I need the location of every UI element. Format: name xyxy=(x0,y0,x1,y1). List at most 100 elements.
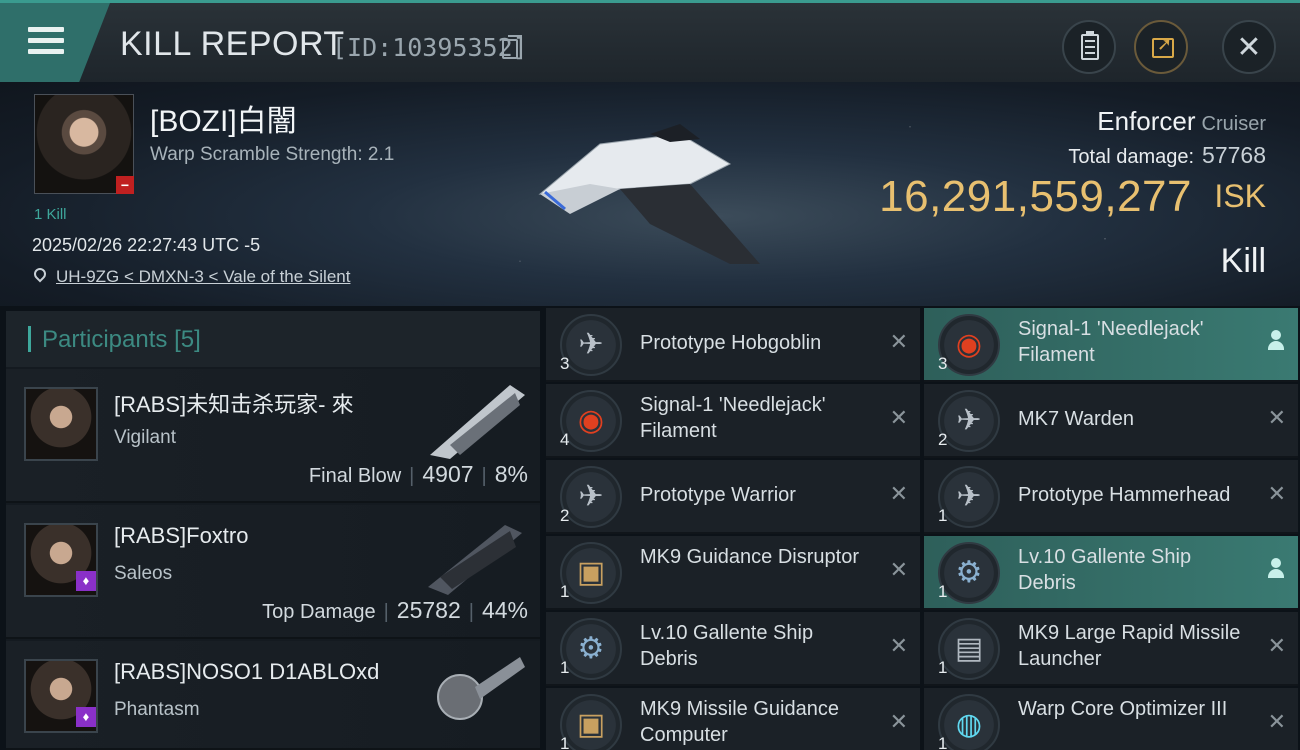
role-badge-icon: ♦ xyxy=(76,571,96,591)
victim-banner: − [BOZI]白闇 Warp Scramble Strength: 2.1 1… xyxy=(0,82,1300,306)
location-link[interactable]: UH-9ZG < DMXN-3 < Vale of the Silent xyxy=(56,267,350,287)
item-name: Prototype Hammerhead xyxy=(1018,484,1231,506)
item-row[interactable]: ⚙ 1 Lv.10 Gallente Ship Debris ✕ xyxy=(546,612,920,686)
item-name: Prototype Warrior xyxy=(640,484,796,506)
avatar[interactable] xyxy=(24,387,98,461)
item-row[interactable]: ▣ 1 MK9 Missile Guidance Computer ✕ xyxy=(546,688,920,750)
participant-name: [RABS]NOSO1 D1ABLOxd xyxy=(114,659,380,684)
items-grid: ✈ 3 Prototype Hobgoblin ✕ ◉ 3 Signal-1 'Needl… xyxy=(544,308,1300,750)
ship-class: Cruiser xyxy=(1201,113,1266,135)
debris-icon-glyph: ⚙ xyxy=(955,555,983,590)
participant-ship: Saleos xyxy=(114,563,173,584)
participants-title: Participants [5] xyxy=(42,326,201,354)
report-id: [ID:10395352] xyxy=(332,33,528,62)
item-name: MK7 Warden xyxy=(1018,408,1134,430)
participant-damage: 25782 xyxy=(396,597,461,623)
destroyed-icon: ✕ xyxy=(1267,634,1286,659)
victim-ship-image xyxy=(538,124,760,264)
item-quantity: 1 xyxy=(938,506,948,525)
item-row[interactable]: ✈ 2 MK7 Warden ✕ xyxy=(924,384,1298,458)
item-quantity: 1 xyxy=(938,734,948,750)
participant-ship: Vigilant xyxy=(114,427,176,448)
isk-value: 16,291,559,277 xyxy=(879,172,1192,221)
participant-percent: 8% xyxy=(494,461,528,487)
clipboard-icon xyxy=(1081,31,1099,60)
item-quantity: 3 xyxy=(938,354,948,373)
close-button[interactable]: ✕ xyxy=(1222,20,1276,74)
item-row[interactable]: ◉ 4 Signal-1 'Needlejack' Filament ✕ xyxy=(546,384,920,458)
participant-stats: Top Damage | 25782 | 44% xyxy=(262,597,528,623)
participant-name: [RABS]未知击杀玩家- 來 xyxy=(114,392,354,417)
drone-icon-glyph: ✈ xyxy=(578,327,604,362)
item-row[interactable]: ◉ 3 Signal-1 'Needlejack' Filament xyxy=(924,308,1298,382)
item-row[interactable]: ▣ 1 MK9 Guidance Disruptor ✕ xyxy=(546,536,920,610)
total-damage-label: Total damage: xyxy=(1068,146,1195,168)
participant-damage: 4907 xyxy=(422,461,474,487)
drone-icon-glyph: ✈ xyxy=(578,479,604,514)
person-icon xyxy=(1268,558,1284,580)
participants-label: Participants xyxy=(42,326,168,353)
item-name: Lv.10 Gallente Ship Debris xyxy=(640,622,814,670)
victim-avatar[interactable] xyxy=(34,94,134,194)
participant-ship-image xyxy=(437,657,525,720)
copy-icon[interactable] xyxy=(502,35,522,59)
share-button[interactable] xyxy=(1134,20,1188,74)
item-row[interactable]: ◍ 1 Warp Core Optimizer III ✕ xyxy=(924,688,1298,750)
participant-percent: 44% xyxy=(481,597,528,623)
participant-row[interactable]: [RABS]未知击杀玩家- 來 Vigilant Final Blow | 4907… xyxy=(6,369,540,503)
page-title: KILL REPORT xyxy=(120,25,345,63)
item-row[interactable]: ⚙ 1 Lv.10 Gallente Ship Debris xyxy=(924,536,1298,610)
item-name: MK9 Guidance Disruptor xyxy=(640,546,859,568)
destroyed-icon: ✕ xyxy=(889,330,908,355)
participants-count: [5] xyxy=(174,326,201,353)
item-row[interactable]: ✈ 3 Prototype Hobgoblin ✕ xyxy=(546,308,920,382)
item-row[interactable]: ✈ 2 Prototype Warrior ✕ xyxy=(546,460,920,534)
kill-timestamp: 2025/02/26 22:27:43 UTC -5 xyxy=(32,235,261,255)
participants-panel: Participants [5] [RABS]未知击杀玩家- 來 Vigilan… xyxy=(6,311,540,750)
ship-name: Enforcer xyxy=(1097,106,1196,136)
participant-ship: Phantasm xyxy=(114,699,200,720)
item-quantity: 2 xyxy=(938,430,948,449)
drone-icon-glyph: ✈ xyxy=(956,403,982,438)
participant-stats: Final Blow | 4907 | 8% xyxy=(308,461,528,487)
share-icon xyxy=(1152,34,1174,58)
module-icon-glyph: ▣ xyxy=(576,555,606,590)
item-quantity: 1 xyxy=(938,658,948,677)
destroyed-icon: ✕ xyxy=(1267,406,1286,431)
participant-tag: Final Blow xyxy=(308,465,402,487)
launcher-icon-glyph: ▤ xyxy=(954,631,984,666)
accent-bar xyxy=(28,326,31,352)
participant-row[interactable]: ♦ [RABS]NOSO1 D1ABLOxd Phantasm xyxy=(6,641,540,750)
victim-name[interactable]: [BOZI]白闇 xyxy=(150,96,297,140)
hamburger-icon xyxy=(28,27,64,55)
participant-ship-image xyxy=(430,385,525,459)
item-name: Warp Core Optimizer III xyxy=(1018,698,1228,720)
drone-icon-glyph: ✈ xyxy=(956,479,982,514)
header-bar: KILL REPORT [ID:10395352] ✕ xyxy=(0,0,1300,82)
filament-icon-glyph: ◉ xyxy=(955,327,983,362)
item-row[interactable]: ✈ 1 Prototype Hammerhead ✕ xyxy=(924,460,1298,534)
item-quantity: 1 xyxy=(560,582,570,601)
total-damage: Total damage: 57768 xyxy=(1068,142,1266,169)
item-quantity: 3 xyxy=(560,354,570,373)
item-row[interactable]: ▤ 1 MK9 Large Rapid Missile Launcher ✕ xyxy=(924,612,1298,686)
participant-row[interactable]: ♦ [RABS]Foxtro Saleos Top Damage | 25782 | 4… xyxy=(6,505,540,639)
clipboard-button[interactable] xyxy=(1062,20,1116,74)
destroyed-icon: ✕ xyxy=(889,634,908,659)
participant-name: [RABS]Foxtro xyxy=(114,523,249,548)
kill-count: 1 Kill xyxy=(34,206,67,223)
item-name: Signal-1 'Needlejack' Filament xyxy=(1018,318,1204,366)
debris-icon-glyph: ⚙ xyxy=(577,631,605,666)
module-icon-glyph: ▣ xyxy=(576,707,606,742)
destroyed-icon: ✕ xyxy=(889,406,908,431)
item-name: Lv.10 Gallente Ship Debris xyxy=(1018,546,1192,594)
ship-type[interactable]: Enforcer Cruiser xyxy=(1097,106,1266,137)
destroyed-icon: ✕ xyxy=(1267,482,1286,507)
destroyed-icon: ✕ xyxy=(1267,710,1286,735)
menu-button[interactable] xyxy=(0,3,110,82)
item-quantity: 1 xyxy=(560,658,570,677)
rig-icon-glyph: ◍ xyxy=(955,707,983,742)
item-name: Signal-1 'Needlejack' Filament xyxy=(640,394,826,442)
total-damage-value: 57768 xyxy=(1202,142,1266,168)
filament-icon-glyph: ◉ xyxy=(577,403,605,438)
